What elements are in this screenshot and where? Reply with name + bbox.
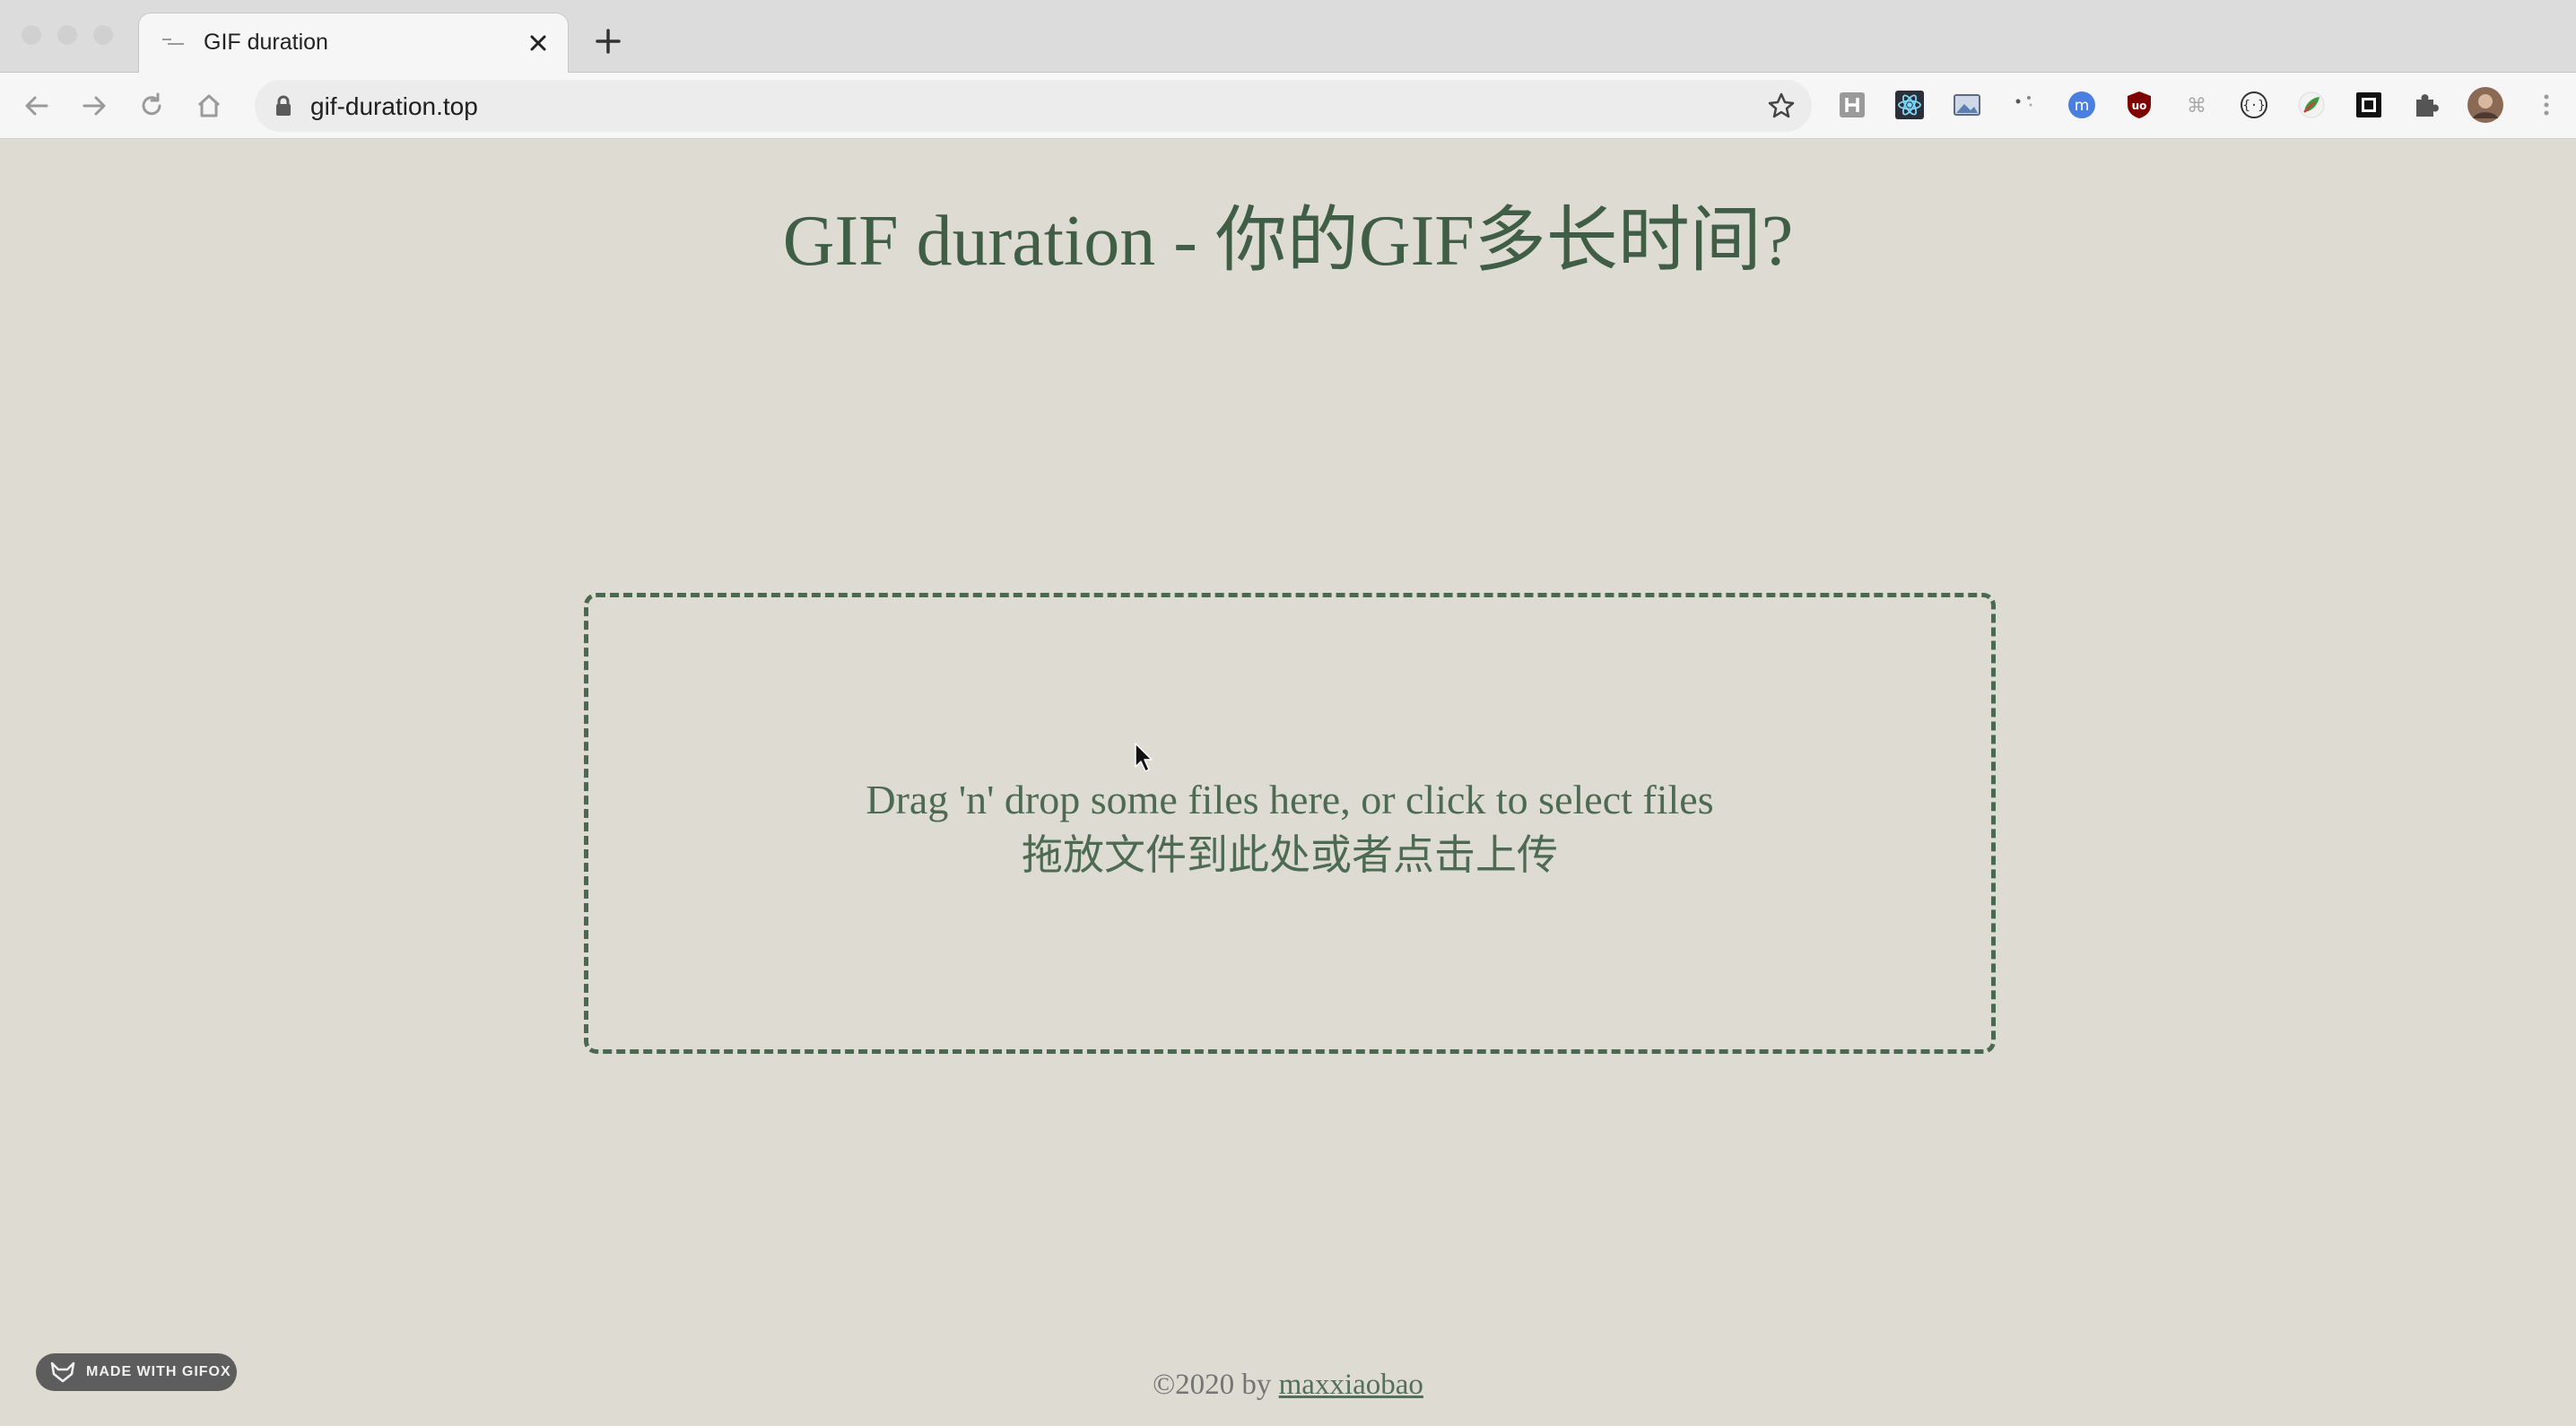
lock-icon <box>276 95 291 116</box>
tab-title: GIF duration <box>204 30 328 55</box>
close-icon[interactable] <box>525 30 552 57</box>
url-text: gif-duration.top <box>310 92 478 120</box>
back-arrow-icon[interactable] <box>22 91 52 121</box>
home-icon[interactable] <box>194 91 224 121</box>
command-extension-icon[interactable]: ⌘ <box>2181 90 2212 120</box>
dots-extension-icon[interactable] <box>2009 90 2040 120</box>
svg-text:uo: uo <box>2132 100 2147 112</box>
address-bar[interactable]: gif-duration.top <box>255 80 1812 132</box>
gifox-badge-label: MADE WITH GIFOX <box>86 1364 231 1379</box>
leaf-extension-icon[interactable] <box>2296 90 2327 120</box>
maximize-window-button[interactable] <box>93 25 113 45</box>
author-link[interactable]: maxxiaobao <box>1279 1369 1423 1401</box>
tab-active[interactable]: GIF duration <box>138 13 569 73</box>
svg-text:m: m <box>2075 97 2090 115</box>
minimize-window-button[interactable] <box>57 25 77 45</box>
fox-icon <box>50 1361 75 1383</box>
close-window-button[interactable] <box>22 25 41 45</box>
forward-arrow-icon[interactable] <box>79 91 109 121</box>
h-extension-icon[interactable] <box>1837 90 1867 120</box>
mouse-cursor-icon <box>1135 743 1153 772</box>
avatar[interactable] <box>2467 86 2504 124</box>
square-extension-icon[interactable] <box>2354 90 2384 120</box>
gifox-badge: MADE WITH GIFOX <box>36 1353 237 1391</box>
footer: ©2020 by maxxiaobao <box>0 1369 2576 1402</box>
m-extension-icon[interactable]: m <box>2067 90 2097 120</box>
react-devtools-icon[interactable] <box>1894 90 1925 120</box>
image-extension-icon[interactable] <box>1952 90 1982 120</box>
dropzone-instruction-zh: 拖放文件到此处或者点击上传 <box>1022 832 1558 878</box>
page-content: GIF duration - 你的GIF多长时间? Drag 'n' drop … <box>0 139 2576 1426</box>
page-favicon-icon <box>162 39 184 45</box>
file-dropzone[interactable]: Drag 'n' drop some files here, or click … <box>584 593 1996 1054</box>
page-title: GIF duration - 你的GIF多长时间? <box>782 202 1794 281</box>
tab-bar: GIF duration <box>0 0 2576 73</box>
more-menu-icon[interactable] <box>2531 90 2562 120</box>
svg-text:⌘: ⌘ <box>2187 95 2206 117</box>
footer-copyright: ©2020 by <box>1153 1369 1272 1401</box>
reload-icon[interactable] <box>136 91 167 121</box>
svg-text:{·}: {·} <box>2242 99 2265 113</box>
braces-extension-icon[interactable]: {·} <box>2239 90 2269 120</box>
new-tab-button[interactable] <box>594 27 622 56</box>
puzzle-icon[interactable] <box>2411 90 2441 120</box>
bookmark-star-icon[interactable] <box>1767 91 1796 120</box>
dropzone-instruction-en: Drag 'n' drop some files here, or click … <box>866 777 1714 822</box>
ublock-icon[interactable]: uo <box>2124 90 2154 120</box>
